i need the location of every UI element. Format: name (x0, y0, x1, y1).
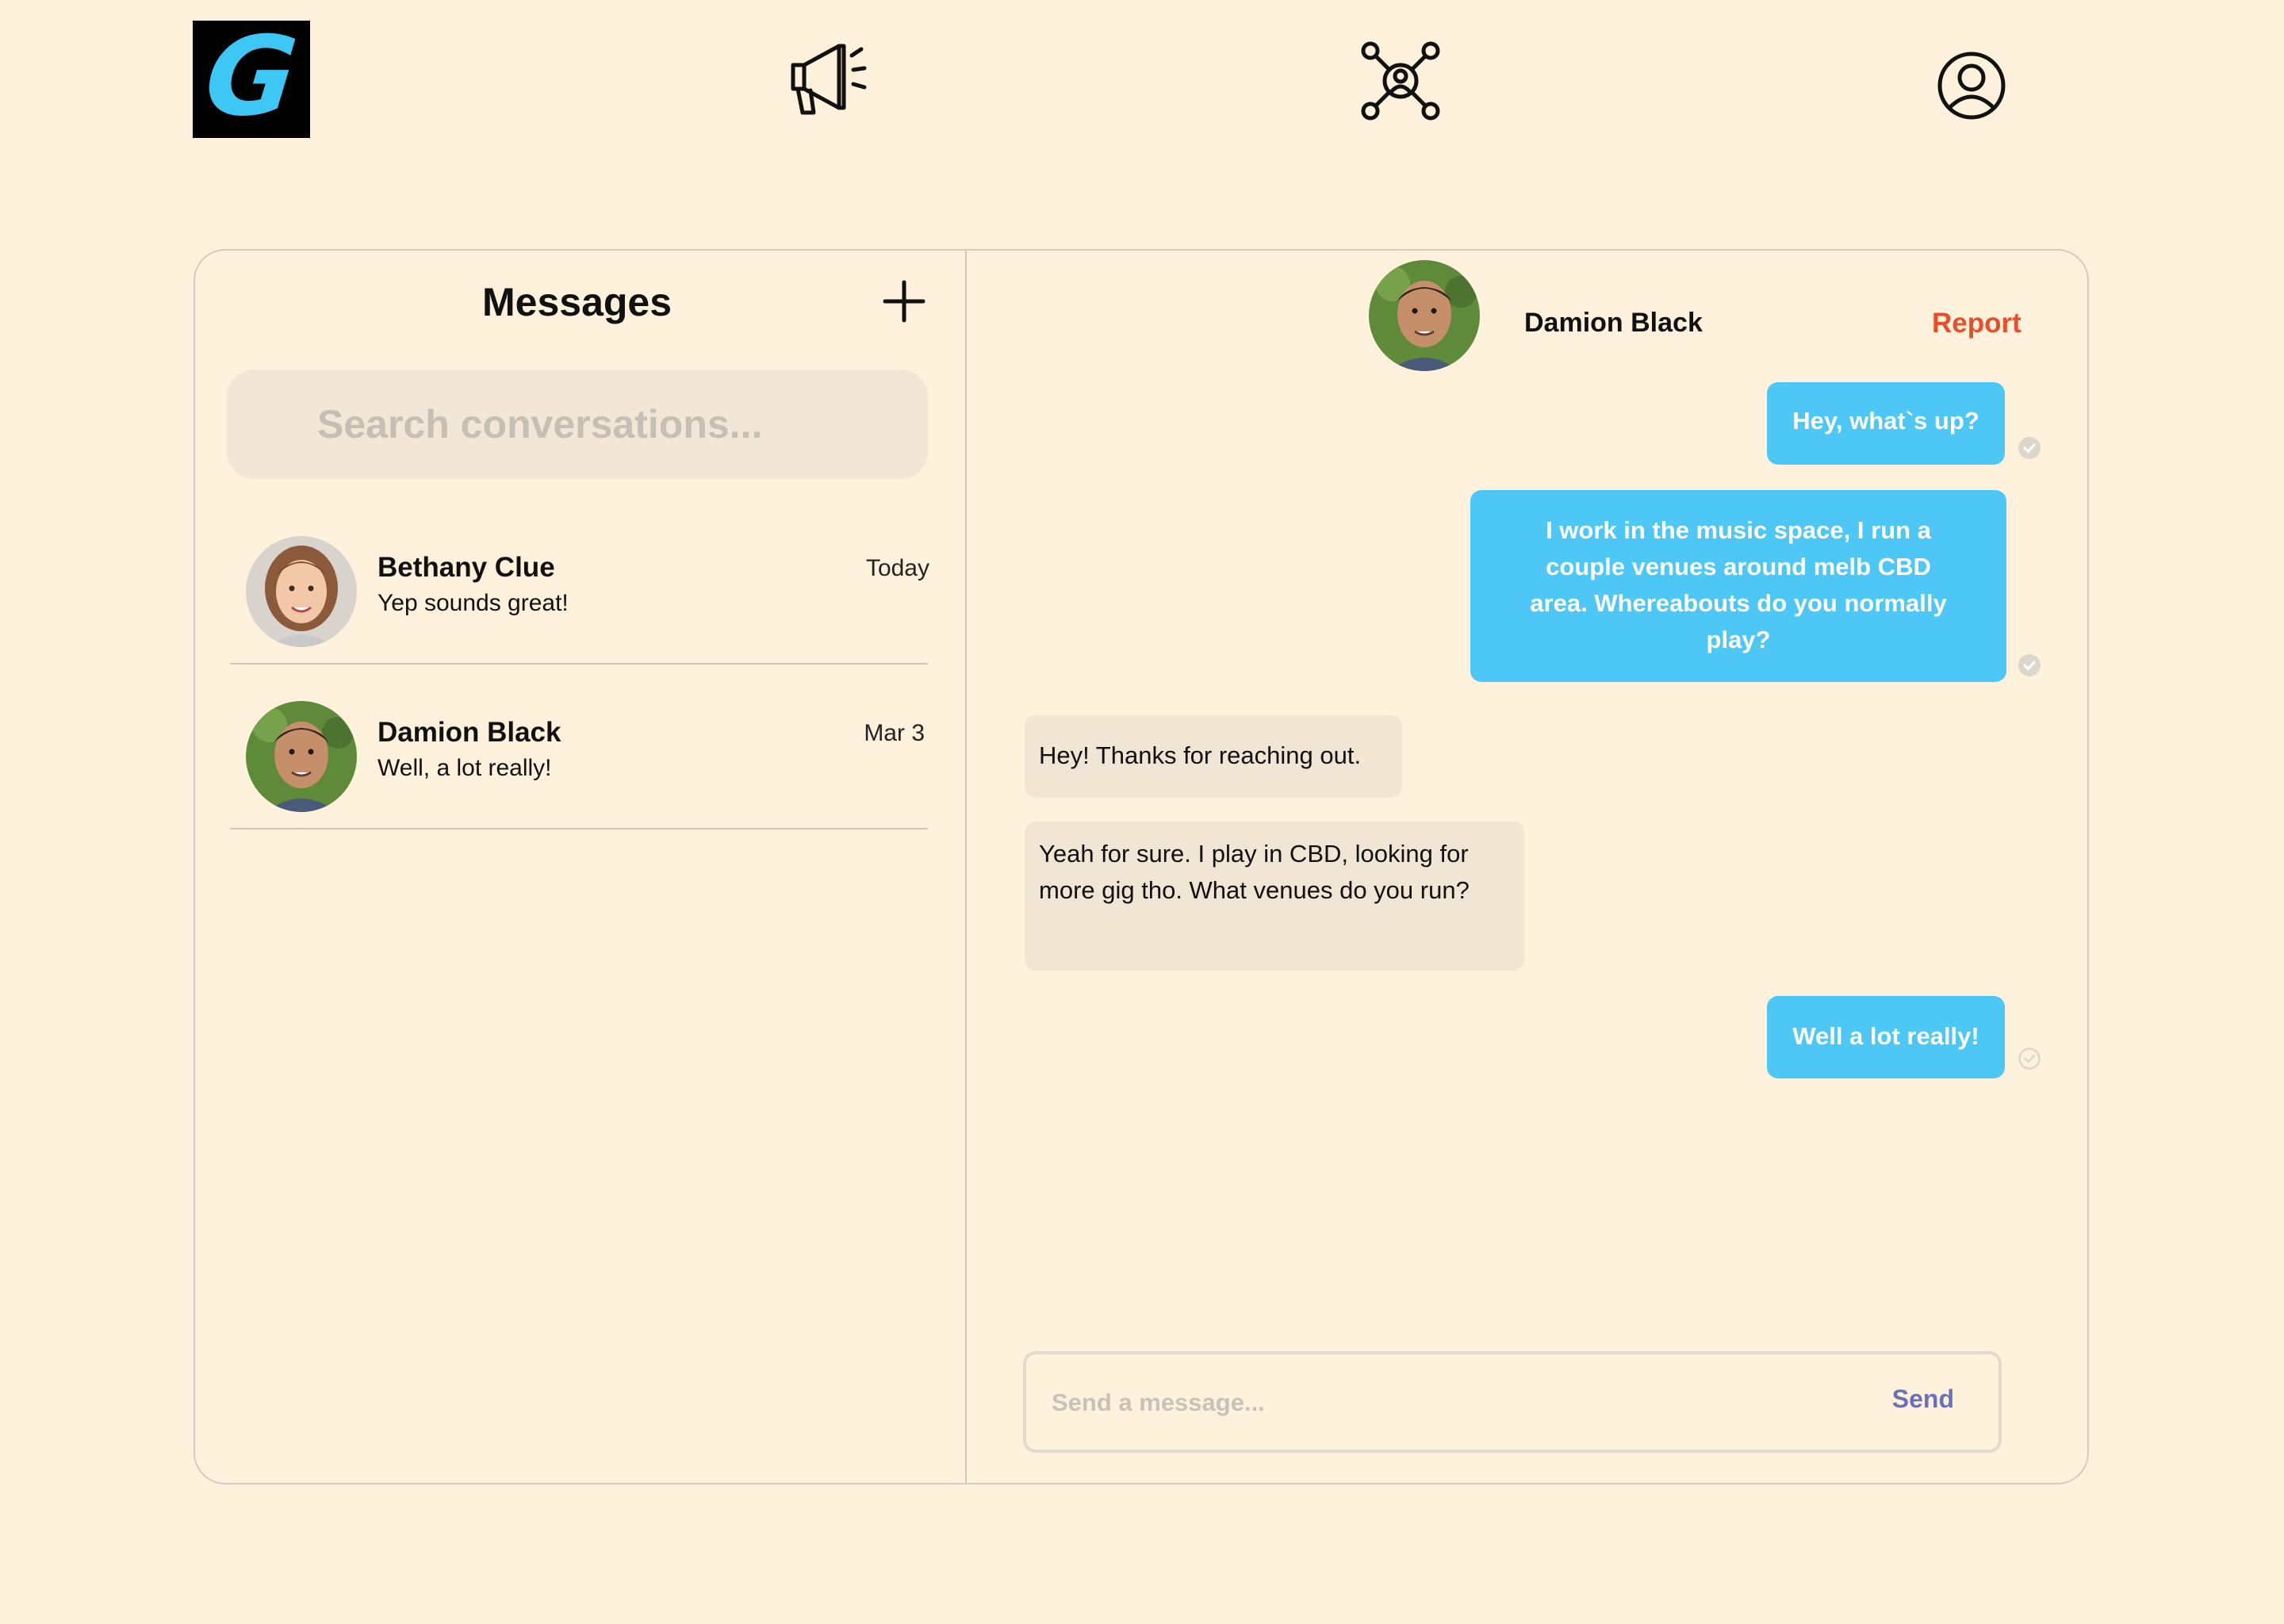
conversation-divider (230, 663, 928, 665)
profile-icon[interactable] (1937, 51, 2006, 121)
conversation-date: Mar 3 (864, 720, 925, 746)
app-logo[interactable]: G (193, 13, 310, 140)
message-bubble-outgoing: Hey, what`s up? (1767, 382, 2005, 465)
conversation-preview: Well, a lot really! (377, 755, 552, 781)
conversation-item-bethany[interactable]: Bethany Clue Yep sounds great! Today (227, 517, 933, 680)
message-bubble-outgoing: I work in the music space, I run a coupl… (1470, 490, 2006, 682)
read-receipt-icon (2018, 437, 2041, 459)
read-receipt-icon (2018, 654, 2041, 676)
panel-divider (965, 251, 967, 1483)
megaphone-icon[interactable] (787, 40, 871, 119)
report-button[interactable]: Report (1932, 308, 2021, 339)
page-title: Messages (482, 280, 673, 324)
logo-letter: G (199, 13, 304, 140)
message-composer: Send (1023, 1351, 2002, 1453)
chat-contact-avatar (1369, 260, 1480, 371)
conversation-divider (230, 828, 928, 829)
conversation-preview: Yep sounds great! (377, 590, 569, 616)
message-bubble-incoming: Hey! Thanks for reaching out. (1025, 715, 1402, 798)
search-conversations-input[interactable] (227, 370, 928, 479)
avatar (246, 536, 357, 647)
message-bubble-incoming: Yeah for sure. I play in CBD, looking fo… (1025, 822, 1524, 971)
avatar (246, 701, 357, 812)
conversation-name: Damion Black (377, 717, 561, 748)
chat-contact-name: Damion Black (1524, 308, 1703, 338)
network-icon[interactable] (1359, 40, 1442, 122)
messages-card: Messages Bethany Clue Yep sounds great! … (194, 249, 2089, 1484)
message-input[interactable] (1050, 1354, 1846, 1451)
plus-icon (883, 280, 925, 323)
conversation-name: Bethany Clue (377, 552, 555, 583)
sent-receipt-icon (2018, 1048, 2041, 1070)
conversation-date: Today (865, 555, 929, 581)
conversation-item-damion[interactable]: Damion Black Well, a lot really! Mar 3 (227, 682, 933, 845)
send-button[interactable]: Send (1892, 1385, 1954, 1414)
new-conversation-button[interactable] (882, 279, 926, 324)
message-bubble-outgoing: Well a lot really! (1767, 996, 2005, 1078)
top-navigation: G (0, 0, 2284, 159)
